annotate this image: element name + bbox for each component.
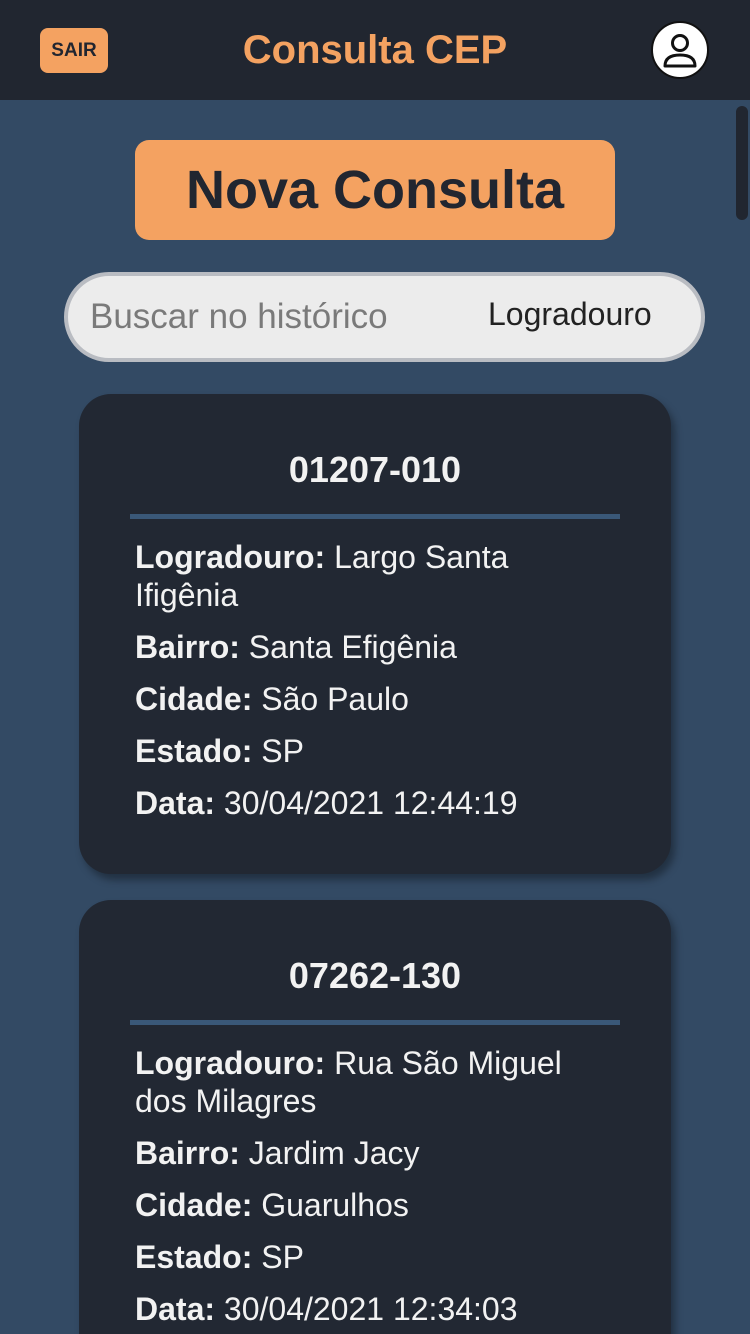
- card-row-cidade: Cidade: São Paulo: [135, 680, 615, 718]
- card-details: Logradouro: Rua São Miguel dos Milagres …: [135, 1044, 615, 1334]
- history-search-bar: Logradouro: [64, 272, 705, 362]
- field-label: Cidade:: [135, 1187, 253, 1223]
- new-query-button[interactable]: Nova Consulta: [135, 140, 615, 240]
- field-label: Estado:: [135, 1239, 253, 1275]
- scrollbar[interactable]: [734, 100, 750, 1334]
- page-title: Consulta CEP: [242, 28, 508, 72]
- card-row-logradouro: Logradouro: Largo Santa Ifigênia: [135, 538, 615, 614]
- card-row-bairro: Bairro: Jardim Jacy: [135, 1134, 615, 1172]
- field-value: Jardim Jacy: [248, 1135, 420, 1171]
- card-cep: 07262-130: [288, 955, 462, 996]
- user-icon: [663, 34, 697, 68]
- field-label: Logradouro:: [135, 1045, 326, 1081]
- field-value: Guarulhos: [261, 1187, 409, 1223]
- search-filter-select[interactable]: Logradouro: [488, 296, 652, 340]
- card-row-cidade: Cidade: Guarulhos: [135, 1186, 615, 1224]
- field-label: Estado:: [135, 733, 253, 769]
- app-header: SAIR Consulta CEP: [0, 0, 750, 100]
- card-row-estado: Estado: SP: [135, 1238, 615, 1276]
- field-value: 30/04/2021 12:44:19: [223, 785, 518, 821]
- field-label: Logradouro:: [135, 539, 326, 575]
- field-value: SP: [261, 1239, 304, 1275]
- card-row-data: Data: 30/04/2021 12:34:03: [135, 1290, 615, 1328]
- field-label: Bairro:: [135, 629, 240, 665]
- history-card: 07262-130 Logradouro: Rua São Miguel dos…: [79, 900, 671, 1334]
- scrollbar-thumb[interactable]: [736, 106, 748, 220]
- search-input[interactable]: [90, 288, 450, 346]
- field-label: Cidade:: [135, 681, 253, 717]
- card-row-logradouro: Logradouro: Rua São Miguel dos Milagres: [135, 1044, 615, 1120]
- card-cep: 01207-010: [288, 449, 462, 490]
- card-divider: [130, 1020, 620, 1025]
- field-value: São Paulo: [261, 681, 409, 717]
- field-value: Santa Efigênia: [248, 629, 457, 665]
- avatar[interactable]: [651, 21, 709, 79]
- card-row-data: Data: 30/04/2021 12:44:19: [135, 784, 615, 822]
- card-details: Logradouro: Largo Santa Ifigênia Bairro:…: [135, 538, 615, 836]
- card-row-bairro: Bairro: Santa Efigênia: [135, 628, 615, 666]
- card-row-estado: Estado: SP: [135, 732, 615, 770]
- history-card: 01207-010 Logradouro: Largo Santa Ifigên…: [79, 394, 671, 874]
- logout-button[interactable]: SAIR: [40, 28, 108, 73]
- field-value: SP: [261, 733, 304, 769]
- field-value: 30/04/2021 12:34:03: [223, 1291, 518, 1327]
- field-label: Data:: [135, 785, 216, 821]
- card-divider: [130, 514, 620, 519]
- field-label: Data:: [135, 1291, 216, 1327]
- field-label: Bairro:: [135, 1135, 240, 1171]
